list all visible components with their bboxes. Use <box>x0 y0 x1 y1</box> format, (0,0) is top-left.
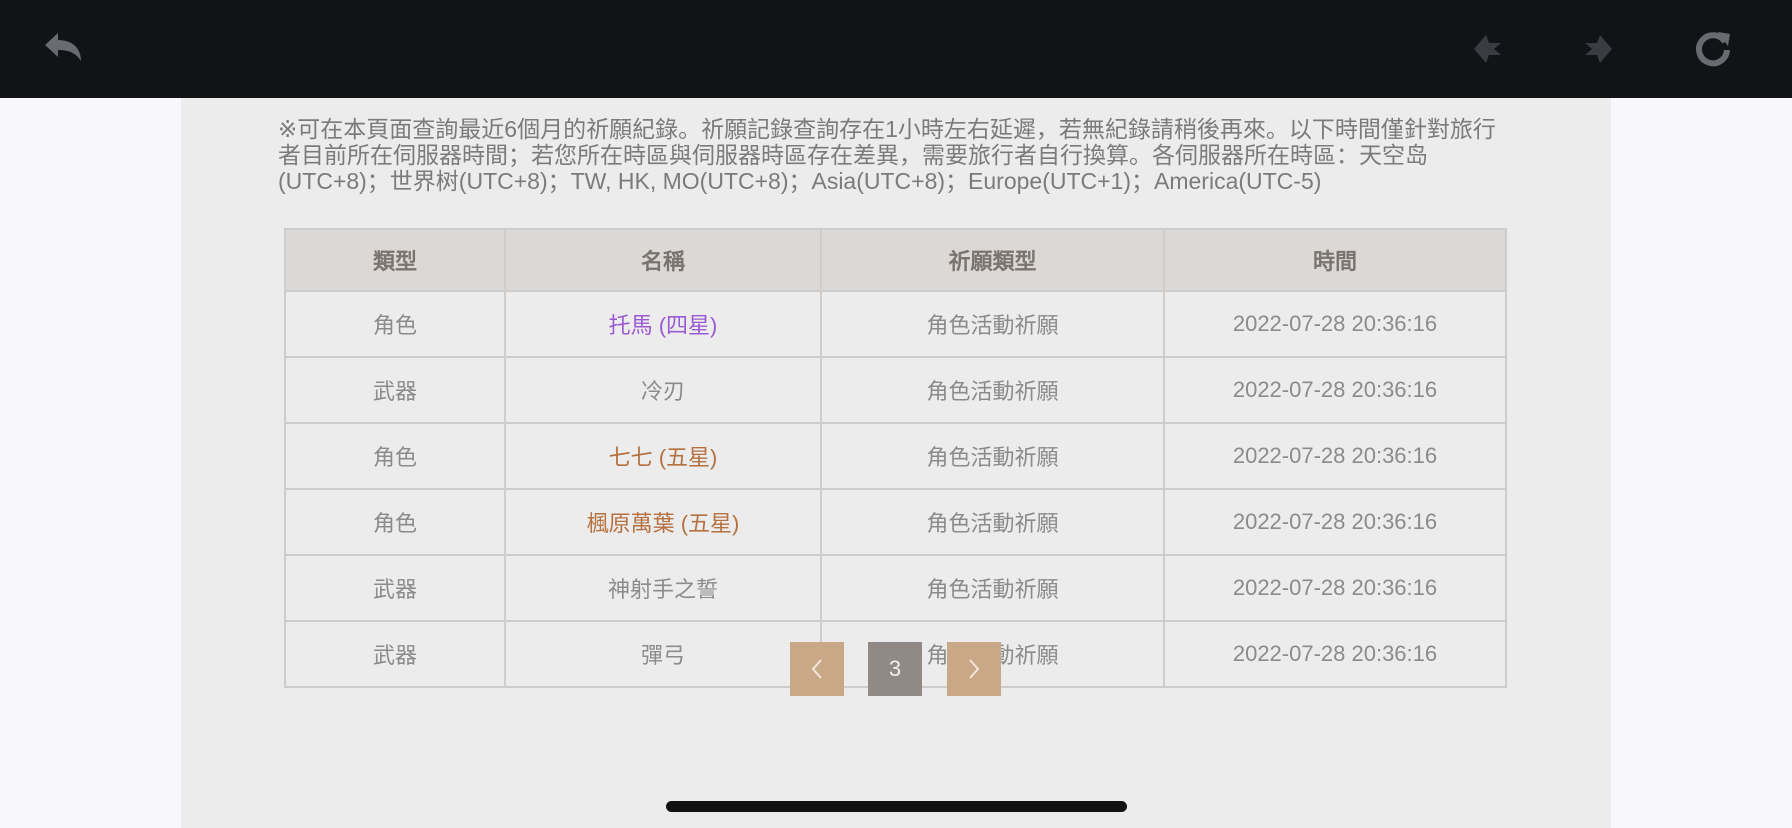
next-page-button[interactable] <box>947 642 1001 696</box>
cell-wish-type: 角色活動祈願 <box>820 422 1165 490</box>
header-type: 類型 <box>284 228 506 292</box>
top-toolbar <box>0 0 1792 98</box>
wish-history-panel: ※可在本頁面查詢最近6個月的祈願紀錄。祈願記錄查詢存在1小時左右延遲，若無紀錄請… <box>181 98 1611 828</box>
cell-type: 武器 <box>284 620 506 688</box>
cell-type: 角色 <box>284 290 506 358</box>
cell-name: 冷刃 <box>504 356 822 424</box>
cell-name: 楓原萬葉 (五星) <box>504 488 822 556</box>
prev-page-button[interactable] <box>790 642 844 696</box>
cell-time: 2022-07-28 20:36:16 <box>1163 488 1507 556</box>
table-row: 角色 托馬 (四星) 角色活動祈願 2022-07-28 20:36:16 <box>284 290 1507 358</box>
next-nav-button[interactable] <box>1571 22 1625 76</box>
header-time: 時間 <box>1163 228 1507 292</box>
header-wish-type: 祈願類型 <box>820 228 1165 292</box>
cell-name: 彈弓 <box>504 620 822 688</box>
table-header-row: 類型 名稱 祈願類型 時間 <box>284 228 1507 292</box>
table-row: 武器 冷刃 角色活動祈願 2022-07-28 20:36:16 <box>284 356 1507 424</box>
cell-wish-type: 角色活動祈願 <box>820 554 1165 622</box>
cell-time: 2022-07-28 20:36:16 <box>1163 620 1507 688</box>
wish-history-table: 類型 名稱 祈願類型 時間 角色 托馬 (四星) 角色活動祈願 2022-07-… <box>284 228 1507 688</box>
diamond-right-icon <box>1585 35 1612 63</box>
cell-wish-type: 角色活動祈願 <box>820 488 1165 556</box>
cell-type: 角色 <box>284 488 506 556</box>
cell-name: 神射手之誓 <box>504 554 822 622</box>
cell-time: 2022-07-28 20:36:16 <box>1163 422 1507 490</box>
timezone-notice: ※可在本頁面查詢最近6個月的祈願紀錄。祈願記錄查詢存在1小時左右延遲，若無紀錄請… <box>278 116 1496 194</box>
cell-wish-type: 角色活動祈願 <box>820 356 1165 424</box>
table-row: 角色 七七 (五星) 角色活動祈願 2022-07-28 20:36:16 <box>284 422 1507 490</box>
home-indicator[interactable] <box>666 801 1127 812</box>
diamond-left-icon <box>1474 35 1501 63</box>
cell-name: 七七 (五星) <box>504 422 822 490</box>
wish-history-table-wrap: 類型 名稱 祈願類型 時間 角色 托馬 (四星) 角色活動祈願 2022-07-… <box>284 228 1507 688</box>
header-name: 名稱 <box>504 228 822 292</box>
cell-type: 武器 <box>284 356 506 424</box>
refresh-button[interactable] <box>1686 22 1740 76</box>
cell-time: 2022-07-28 20:36:16 <box>1163 290 1507 358</box>
table-row: 武器 神射手之誓 角色活動祈願 2022-07-28 20:36:16 <box>284 554 1507 622</box>
prev-nav-button[interactable] <box>1461 22 1515 76</box>
back-button[interactable] <box>36 22 90 76</box>
cell-wish-type: 角色活動祈願 <box>820 290 1165 358</box>
cell-name: 托馬 (四星) <box>504 290 822 358</box>
pagination: 3 <box>790 642 1002 698</box>
cell-time: 2022-07-28 20:36:16 <box>1163 554 1507 622</box>
undo-arrow-icon <box>45 33 81 61</box>
table-row: 角色 楓原萬葉 (五星) 角色活動祈願 2022-07-28 20:36:16 <box>284 488 1507 556</box>
cell-type: 角色 <box>284 422 506 490</box>
cell-time: 2022-07-28 20:36:16 <box>1163 356 1507 424</box>
chevron-left-icon <box>811 659 822 679</box>
refresh-icon <box>1696 32 1730 67</box>
cell-type: 武器 <box>284 554 506 622</box>
chevron-right-icon <box>969 659 980 679</box>
current-page-button[interactable]: 3 <box>868 642 922 696</box>
